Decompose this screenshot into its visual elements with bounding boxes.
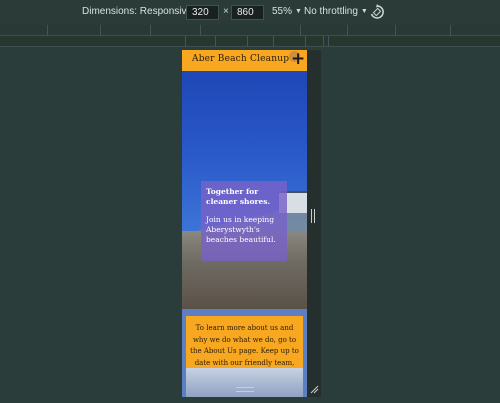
pixel-ruler [0,36,500,47]
height-input[interactable]: 860 [231,5,264,20]
dimensions-times-sign: × [223,6,229,17]
width-input[interactable]: 320 [186,5,219,20]
zoom-label: 55% [272,6,293,17]
hero-heading: Together for cleaner shores. [206,187,271,206]
devtools-toolbar: Dimensions: Responsive ▼ 320 × 860 55% ▼… [0,0,500,25]
resize-handle-right[interactable] [307,50,321,397]
resize-grip-bottom-icon[interactable] [236,387,254,392]
rotate-icon[interactable] [369,4,385,20]
resize-grip-icon[interactable] [311,209,315,223]
site-header: Aber Beach Cleanup + [182,50,307,71]
plus-icon[interactable]: + [291,51,305,68]
zoom-dropdown[interactable]: 55% ▼ [272,6,302,17]
gallery-image [186,368,303,397]
hero-subheading: Join us in keeping Aberystwyth's beaches… [206,215,276,244]
media-query-ruler[interactable] [0,25,500,36]
caret-down-icon: ▼ [360,8,368,15]
dimensions-label: Dimensions: Responsive [82,6,193,17]
hero-text-box: Together for cleaner shores. Join us in … [201,181,287,261]
hero-image: Together for cleaner shores. Join us in … [182,71,307,309]
caret-down-icon: ▼ [295,8,302,15]
resize-corner-icon[interactable] [309,384,319,394]
throttle-label: No throttling [304,6,358,17]
throttle-dropdown[interactable]: No throttling ▼ [304,6,368,17]
site-title[interactable]: Aber Beach Cleanup [192,54,289,64]
device-viewport: Aber Beach Cleanup + Together for cleane… [182,50,307,397]
